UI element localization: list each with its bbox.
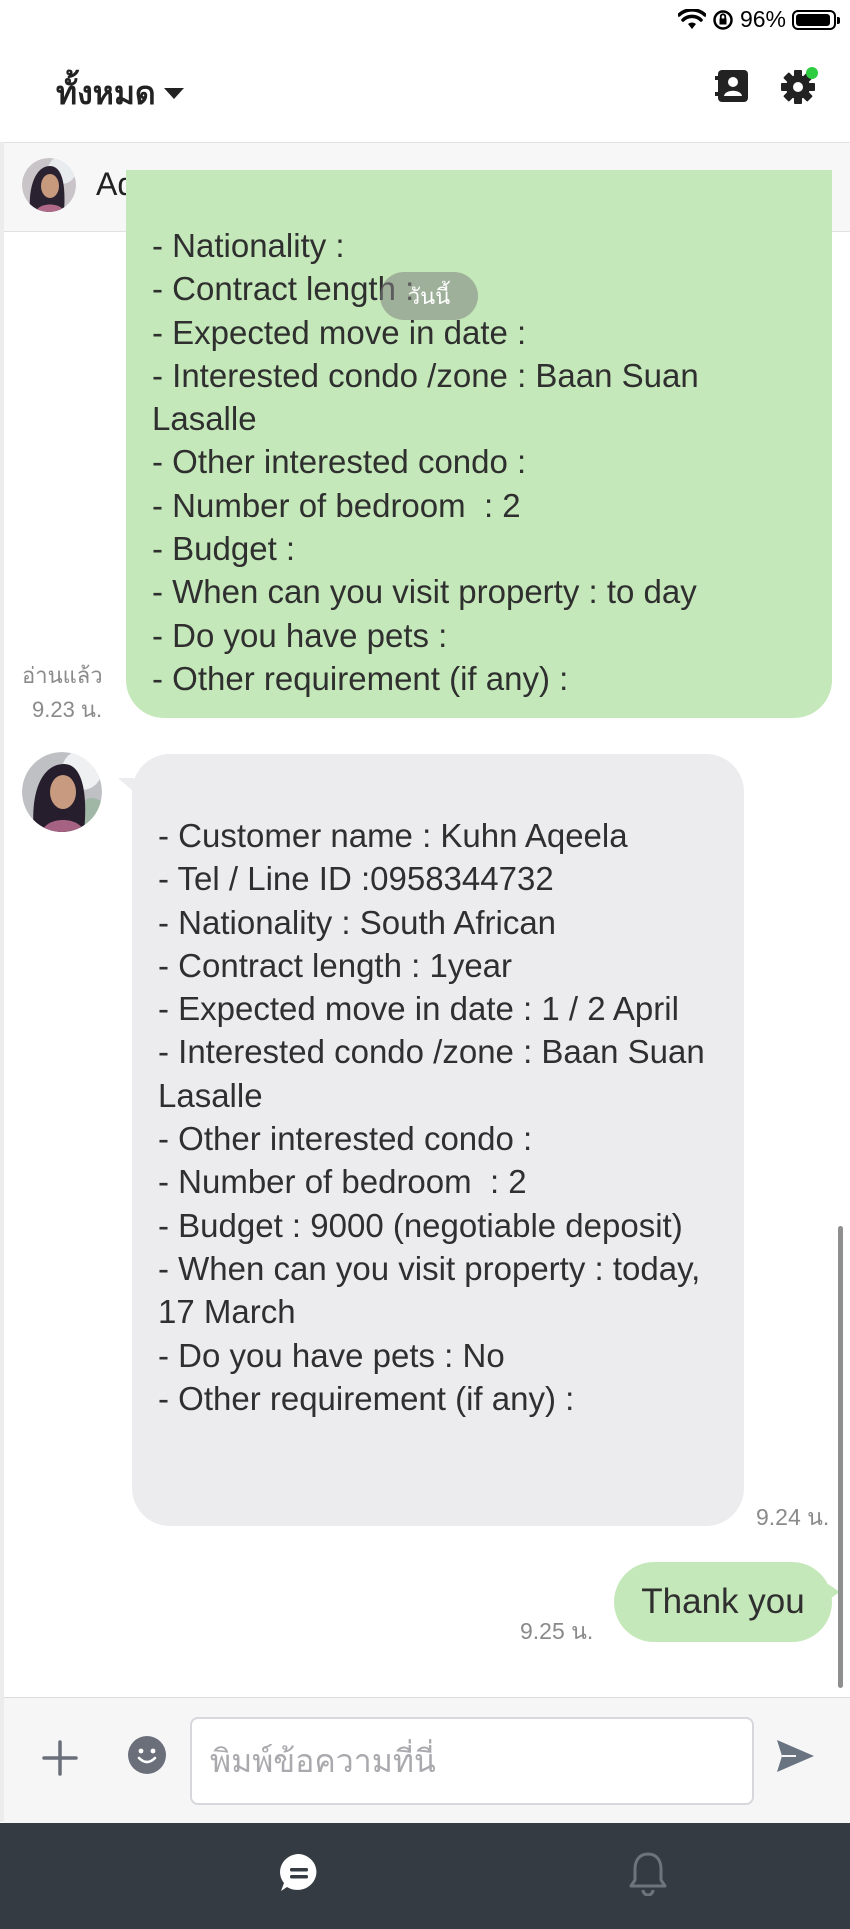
plus-icon[interactable]: [40, 1738, 80, 1778]
chat-scrollbar[interactable]: [838, 1226, 843, 1688]
sent-message-bubble[interactable]: Thank you: [614, 1562, 832, 1642]
received-message-bubble[interactable]: - Customer name : Kuhn Aqeela - Tel / Li…: [132, 754, 744, 1526]
status-bar: 96%: [0, 0, 850, 40]
message-input[interactable]: [190, 1717, 754, 1805]
notification-dot: [806, 67, 818, 79]
status-icons: 96%: [677, 6, 840, 33]
bell-icon[interactable]: [628, 1850, 668, 1896]
date-divider: วันนี้: [380, 272, 478, 320]
battery-percentage: 96%: [739, 6, 786, 32]
battery-icon: [792, 9, 840, 30]
chat-bubble-icon[interactable]: [278, 1852, 320, 1894]
orientation-lock-icon: [713, 9, 733, 30]
message-time: 9.25 น.: [520, 1618, 594, 1644]
bottom-navigation: [0, 1823, 850, 1929]
sent-message-bubble[interactable]: - Nationality : - Contract length : - Ex…: [126, 170, 832, 718]
message-time: 9.24 น.: [756, 1504, 830, 1530]
chat-filter-dropdown[interactable]: ทั้งหมด: [56, 68, 184, 119]
contact-book-icon[interactable]: [715, 68, 751, 104]
avatar[interactable]: [22, 158, 76, 212]
emoji-icon[interactable]: [128, 1736, 166, 1774]
message-time: 9.23 น.: [32, 697, 103, 722]
read-receipt: อ่านแล้ว: [22, 663, 103, 688]
send-icon[interactable]: [774, 1736, 816, 1776]
left-edge: [0, 142, 4, 1822]
wifi-icon: [677, 8, 706, 29]
chat-filter-label: ทั้งหมด: [56, 75, 156, 111]
caret-down-icon: [163, 88, 184, 99]
sender-avatar[interactable]: [22, 752, 102, 832]
gear-icon[interactable]: [778, 66, 818, 106]
